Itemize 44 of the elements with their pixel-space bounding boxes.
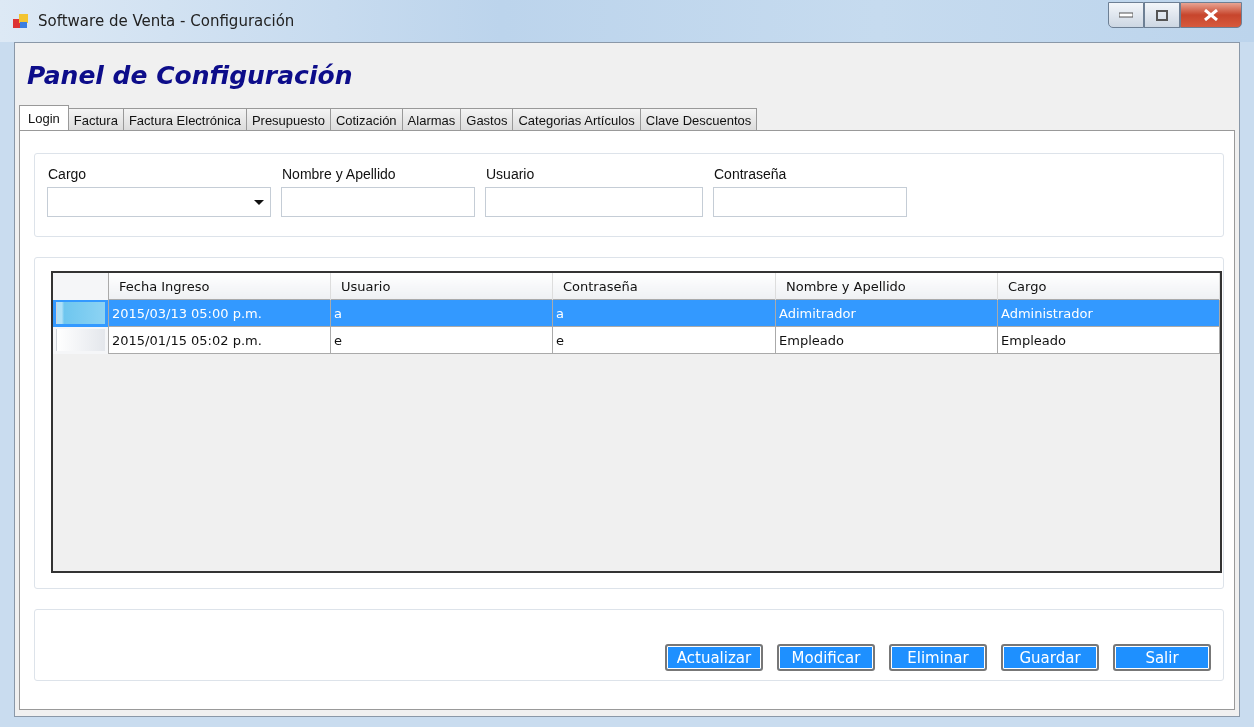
dropdown-arrow-icon xyxy=(254,199,264,205)
tab[interactable]: Gastos xyxy=(460,108,514,130)
table-cell: e xyxy=(552,326,776,354)
input-field[interactable] xyxy=(485,187,703,217)
column-header[interactable]: Cargo xyxy=(997,273,1220,300)
tab[interactable]: Presupuesto xyxy=(245,108,331,130)
column-header[interactable]: Nombre y Apellido xyxy=(775,273,998,300)
table-cell: a xyxy=(552,299,776,327)
table-cell: a xyxy=(330,299,553,327)
dropdown-field[interactable] xyxy=(47,187,271,217)
row-header[interactable] xyxy=(56,329,105,351)
tab[interactable]: Alarmas xyxy=(401,108,462,130)
tab[interactable]: Categorias Artículos xyxy=(512,108,641,130)
input-field[interactable] xyxy=(713,187,907,217)
close-button[interactable] xyxy=(1180,2,1242,28)
field-label: Usuario xyxy=(485,166,536,182)
panel-heading: Panel de Configuración xyxy=(27,61,354,92)
column-header[interactable]: Fecha Ingreso xyxy=(108,273,331,300)
maximize-button[interactable] xyxy=(1144,2,1180,28)
minimize-icon xyxy=(1119,12,1133,18)
field-label: Contraseña xyxy=(713,166,788,182)
tab[interactable]: Factura xyxy=(67,108,124,130)
table-cell: Adimitrador xyxy=(775,299,998,327)
tab[interactable]: Factura Electrónica xyxy=(122,108,247,130)
column-header[interactable]: Contraseña xyxy=(552,273,776,300)
table-cell: Empleado xyxy=(775,326,998,354)
app-icon xyxy=(12,12,30,30)
minimize-button[interactable] xyxy=(1108,2,1144,28)
table-cell: Empleado xyxy=(997,326,1220,354)
close-icon xyxy=(1203,9,1219,21)
column-header[interactable]: Usuario xyxy=(330,273,553,300)
maximize-icon xyxy=(1156,9,1168,21)
tab[interactable]: Clave Descuentos xyxy=(639,108,758,130)
window-title: Software de Venta - Configuración xyxy=(38,12,296,30)
field-label: Cargo xyxy=(47,166,88,182)
table-cell: Administrador xyxy=(997,299,1220,327)
table-cell: 2015/01/15 05:02 p.m. xyxy=(108,326,331,354)
table-cell: 2015/03/13 05:00 p.m. xyxy=(108,299,331,327)
table-cell: e xyxy=(330,326,553,354)
row-header[interactable] xyxy=(56,302,105,324)
tab[interactable]: Login xyxy=(19,105,69,130)
tab[interactable]: Cotización xyxy=(329,108,403,130)
input-field[interactable] xyxy=(281,187,475,217)
field-label: Nombre y Apellido xyxy=(281,166,397,182)
